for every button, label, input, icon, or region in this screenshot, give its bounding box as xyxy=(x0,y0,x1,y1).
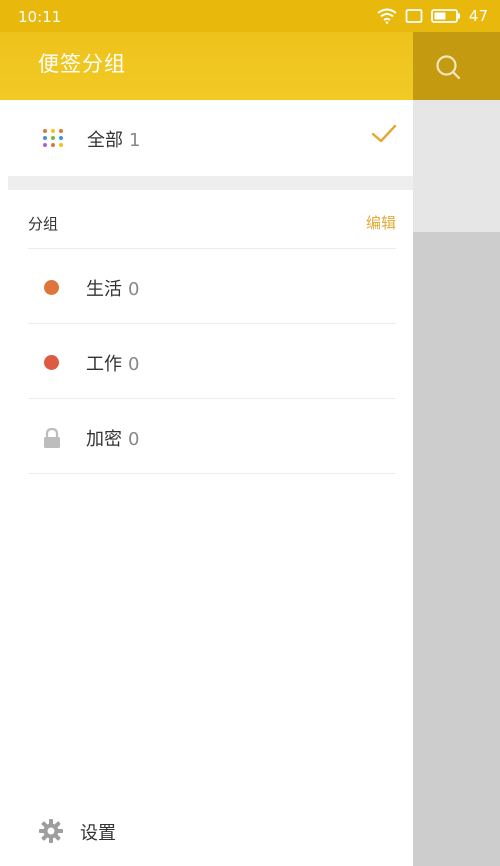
group-label: 生活 0 xyxy=(86,279,140,300)
grid-dots-icon xyxy=(43,129,63,147)
gear-icon xyxy=(39,819,63,843)
section-title: 分组 xyxy=(28,215,59,233)
group-label: 加密 0 xyxy=(86,429,140,450)
all-notes-count: 1 xyxy=(129,130,141,151)
lock-icon xyxy=(44,427,60,448)
sim-card-icon xyxy=(405,9,423,23)
group-label: 工作 0 xyxy=(86,354,140,375)
status-icons: 47 xyxy=(377,7,488,25)
list-end-divider xyxy=(28,473,396,474)
underlay-scrim[interactable] xyxy=(413,232,500,866)
groups-section-header: 分组 编辑 xyxy=(0,190,413,248)
group-color-dot xyxy=(44,280,59,295)
drawer-header: 便签分组 xyxy=(0,32,413,100)
search-icon[interactable] xyxy=(433,52,463,82)
battery-icon xyxy=(431,9,460,23)
group-count: 0 xyxy=(128,354,140,375)
group-list: 生活 0 工作 0 加密 0 xyxy=(0,248,413,474)
group-color-dot xyxy=(44,355,59,370)
group-item-encrypted[interactable]: 加密 0 xyxy=(28,398,396,473)
battery-level: 47 xyxy=(468,7,488,25)
section-divider xyxy=(8,176,413,190)
group-count: 0 xyxy=(128,429,140,450)
group-count: 0 xyxy=(128,279,140,300)
settings-item[interactable]: 设置 xyxy=(0,796,413,866)
settings-label: 设置 xyxy=(80,823,116,844)
group-item-work[interactable]: 工作 0 xyxy=(28,323,396,398)
underlay-content-band xyxy=(413,100,500,232)
status-bar: 10:11 47 xyxy=(0,0,500,32)
group-item-life[interactable]: 生活 0 xyxy=(28,248,396,323)
wifi-icon xyxy=(377,8,397,24)
drawer-title: 便签分组 xyxy=(38,52,126,76)
all-notes-label: 全部 1 xyxy=(87,130,141,151)
edit-groups-button[interactable]: 编辑 xyxy=(366,212,396,233)
groups-drawer: 便签分组 全部 1 分组 编辑 生活 0 工作 0 加密 0 设置 xyxy=(0,32,413,866)
checkmark-icon xyxy=(371,124,397,143)
status-time: 10:11 xyxy=(18,8,62,26)
all-notes-item[interactable]: 全部 1 xyxy=(0,100,413,176)
